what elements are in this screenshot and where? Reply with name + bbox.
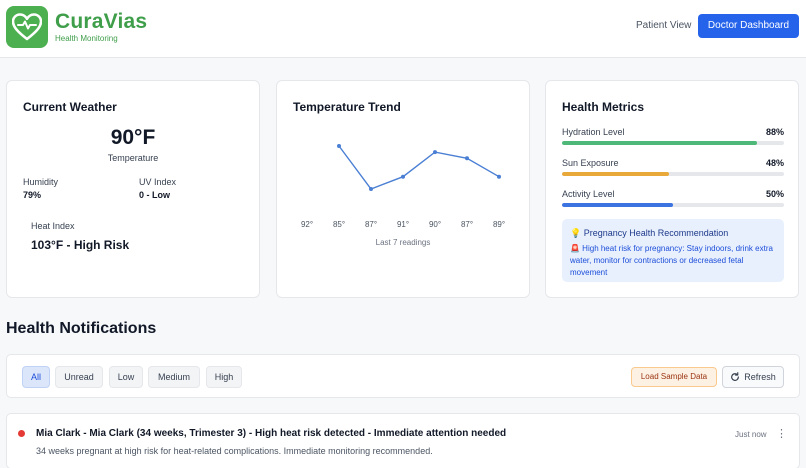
trend-point	[433, 150, 437, 155]
trend-point	[369, 187, 373, 191]
progress-track	[562, 172, 784, 176]
metrics-card-title: Health Metrics	[562, 100, 645, 114]
trend-line	[338, 145, 500, 190]
filter-all[interactable]: All	[22, 366, 50, 388]
filter-medium[interactable]: Medium	[148, 366, 200, 388]
current-temperature: 90°F	[110, 126, 156, 149]
humidity-label: Humidity	[23, 177, 59, 187]
temperature-trend-chart: 92° 85° 87° 91° 90° 87° 89°	[301, 144, 505, 229]
pregnancy-recommendation: 💡 Pregnancy Health Recommendation 🚨 High…	[562, 219, 784, 282]
trend-tick-label: 90°	[429, 220, 441, 229]
refresh-button[interactable]: Refresh	[722, 366, 784, 388]
heat-index-label: Heat Index	[31, 221, 75, 231]
trend-caption: Last 7 readings	[375, 238, 431, 247]
metric-hydration: Hydration Level 88%	[562, 127, 784, 151]
metric-sun-exposure: Sun Exposure 48%	[562, 158, 784, 182]
metric-value: 88%	[765, 127, 784, 137]
trend-point	[465, 156, 469, 161]
progress-track	[562, 203, 784, 207]
trend-tick-label: 89°	[493, 220, 505, 229]
more-options-icon[interactable]: ⋮	[776, 427, 787, 441]
metric-label: Hydration Level	[562, 127, 625, 137]
brand-tagline: Health Monitoring	[55, 34, 118, 43]
progress-fill	[562, 141, 758, 145]
brand-name: CuraVias	[55, 10, 148, 33]
trend-point	[337, 144, 341, 148]
app-header: CuraVias Health Monitoring Patient View …	[0, 0, 806, 58]
trend-tick-label: 87°	[461, 220, 473, 229]
trend-point	[401, 174, 405, 179]
trend-point	[497, 174, 501, 179]
refresh-label: Refresh	[744, 372, 776, 382]
filter-high[interactable]: High	[206, 366, 242, 388]
refresh-icon	[731, 372, 740, 381]
humidity-value: 79%	[23, 190, 42, 200]
app-logo[interactable]	[6, 6, 48, 48]
metric-activity: Activity Level 50%	[562, 189, 784, 213]
recommendation-text: 🚨 High heat risk for pregnancy: Stay ind…	[570, 244, 773, 277]
temperature-label: Temperature	[107, 153, 159, 163]
metric-value: 50%	[765, 189, 784, 199]
uv-index-value: 0 - Low	[139, 190, 170, 200]
progress-track	[562, 141, 784, 145]
notifications-title: Health Notifications	[6, 320, 157, 337]
trend-tick-label: 85°	[333, 220, 345, 229]
temperature-trend-card: Temperature Trend 92° 85° 87° 91° 90° 87° 89° …	[276, 80, 530, 298]
trend-tick-label: 87°	[365, 220, 377, 229]
heart-pulse-icon	[12, 13, 42, 41]
uv-index-label: UV Index	[139, 177, 177, 187]
recommendation-title: 💡 Pregnancy Health Recommendation	[570, 228, 729, 238]
filter-unread[interactable]: Unread	[55, 366, 103, 388]
progress-fill	[562, 203, 673, 207]
weather-card-title: Current Weather	[23, 100, 117, 114]
progress-fill	[562, 172, 669, 176]
notification-time: Just now	[735, 430, 767, 439]
metric-label: Activity Level	[562, 189, 615, 199]
heat-index-value: 103°F - High Risk	[31, 238, 130, 252]
load-sample-data-button[interactable]: Load Sample Data	[631, 367, 717, 387]
patient-view-link[interactable]: Patient View	[628, 14, 699, 38]
notification-body: 34 weeks pregnant at high risk for heat-…	[36, 446, 433, 456]
trend-tick-label: 92°	[301, 220, 313, 229]
notification-filter-bar: All Unread Low Medium High Load Sample D…	[6, 354, 800, 398]
filter-low[interactable]: Low	[109, 366, 143, 388]
doctor-dashboard-button[interactable]: Doctor Dashboard	[698, 14, 799, 38]
metric-label: Sun Exposure	[562, 158, 619, 168]
notification-title: Mia Clark - Mia Clark (34 weeks, Trimest…	[36, 428, 507, 439]
severity-dot	[18, 430, 25, 437]
notification-item[interactable]: Mia Clark - Mia Clark (34 weeks, Trimest…	[6, 413, 800, 468]
weather-card: Current Weather 90°F Temperature Humidit…	[6, 80, 260, 298]
metric-value: 48%	[765, 158, 784, 168]
health-metrics-card: Health Metrics Hydration Level 88% Sun E…	[545, 80, 799, 298]
trend-tick-label: 91°	[397, 220, 409, 229]
